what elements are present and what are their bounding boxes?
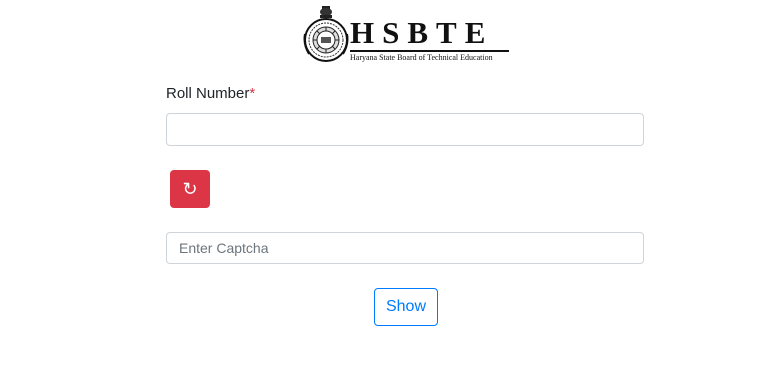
required-mark: * [249,85,256,102]
result-page: HSBTE Haryana State Board of Technical E… [0,0,775,391]
roll-number-label: Roll Number* [166,84,255,104]
logo-title: HSBTE [350,15,494,50]
logo-divider [350,50,509,52]
roll-number-label-text: Roll Number [166,85,250,102]
roll-number-input[interactable] [166,113,644,146]
hsbte-emblem-icon [303,6,349,62]
logo-subtitle: Haryana State Board of Technical Educati… [350,53,493,62]
captcha-input[interactable] [166,232,644,264]
refresh-captcha-button[interactable]: ↻ [170,170,210,208]
show-button[interactable]: Show [374,288,438,326]
hsbte-logo: HSBTE Haryana State Board of Technical E… [303,4,509,64]
refresh-icon: ↻ [182,179,198,199]
